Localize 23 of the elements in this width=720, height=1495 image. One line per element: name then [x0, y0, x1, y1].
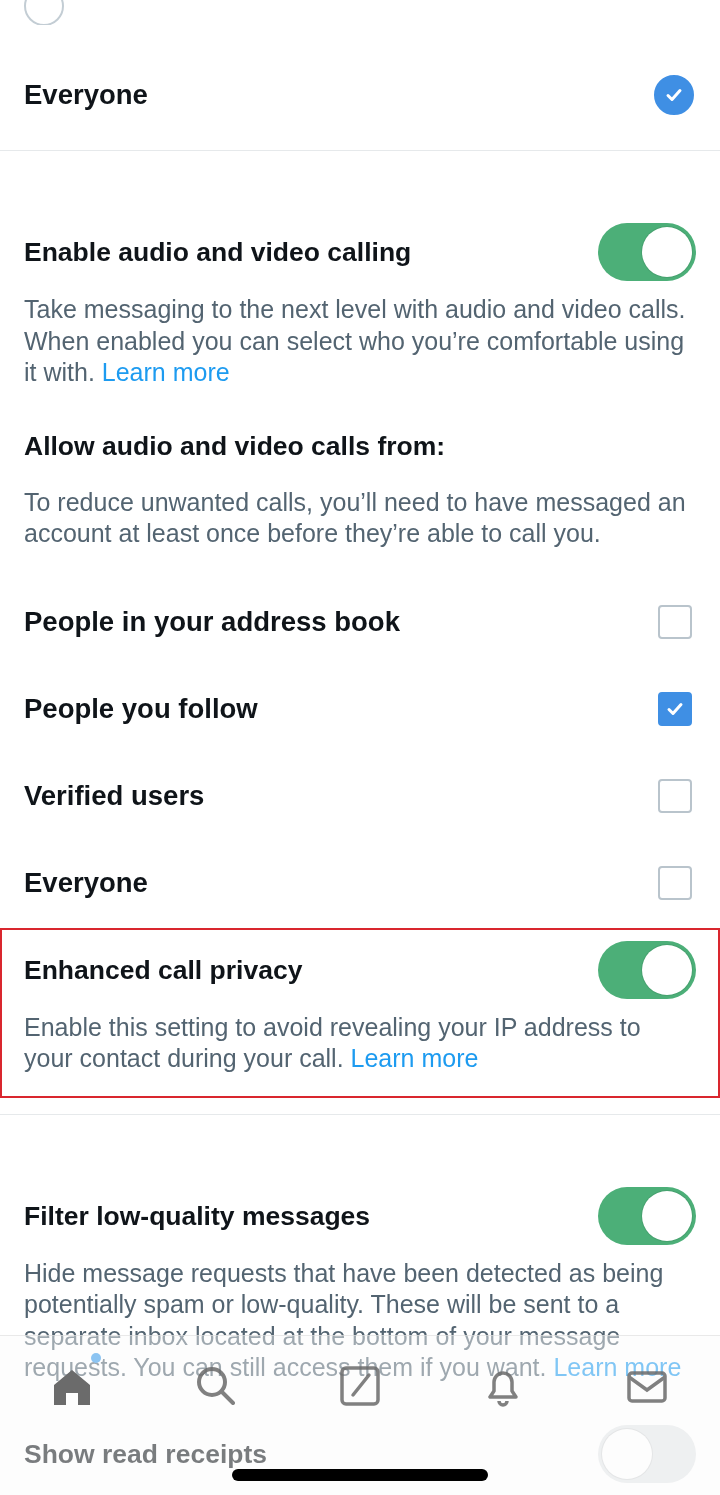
option-label: Everyone	[24, 867, 148, 899]
option-label: Verified users	[24, 780, 205, 812]
checkbox[interactable]	[658, 692, 692, 726]
checkbox[interactable]	[658, 866, 692, 900]
option-label: People you follow	[24, 693, 258, 725]
setting-title: Show read receipts	[24, 1437, 267, 1470]
setting-description: Enable this setting to avoid revealing your IP address to your contact during your call. Learn more	[24, 1011, 642, 1074]
setting-title: Enhanced call privacy	[24, 953, 303, 986]
checkbox[interactable]	[658, 605, 692, 639]
setting-title: Filter low-quality messages	[24, 1199, 371, 1232]
setting-description: To reduce unwanted calls, you’ll need to have messaged an account at least once before they’re able to call you.	[24, 486, 687, 549]
setting-description: Take messaging to the next level with audio and video calls. When enabled you can select who you’re comfortable using it with. Learn more	[24, 294, 687, 388]
setting-title: Enable audio and video calling	[24, 236, 412, 268]
learn-more-link[interactable]: Learn more	[101, 358, 230, 386]
learn-more-link[interactable]: Learn more	[350, 1044, 479, 1072]
checkbox[interactable]	[658, 779, 692, 813]
option-label: People in your address book	[24, 606, 400, 638]
toggle-switch[interactable]	[598, 1186, 696, 1245]
option-label: Everyone	[24, 79, 148, 111]
section-heading: Allow audio and video calls from:	[24, 429, 447, 462]
radio-button[interactable]	[654, 75, 694, 115]
toggle-switch[interactable]	[598, 940, 696, 999]
toggle-switch[interactable]	[598, 223, 696, 281]
